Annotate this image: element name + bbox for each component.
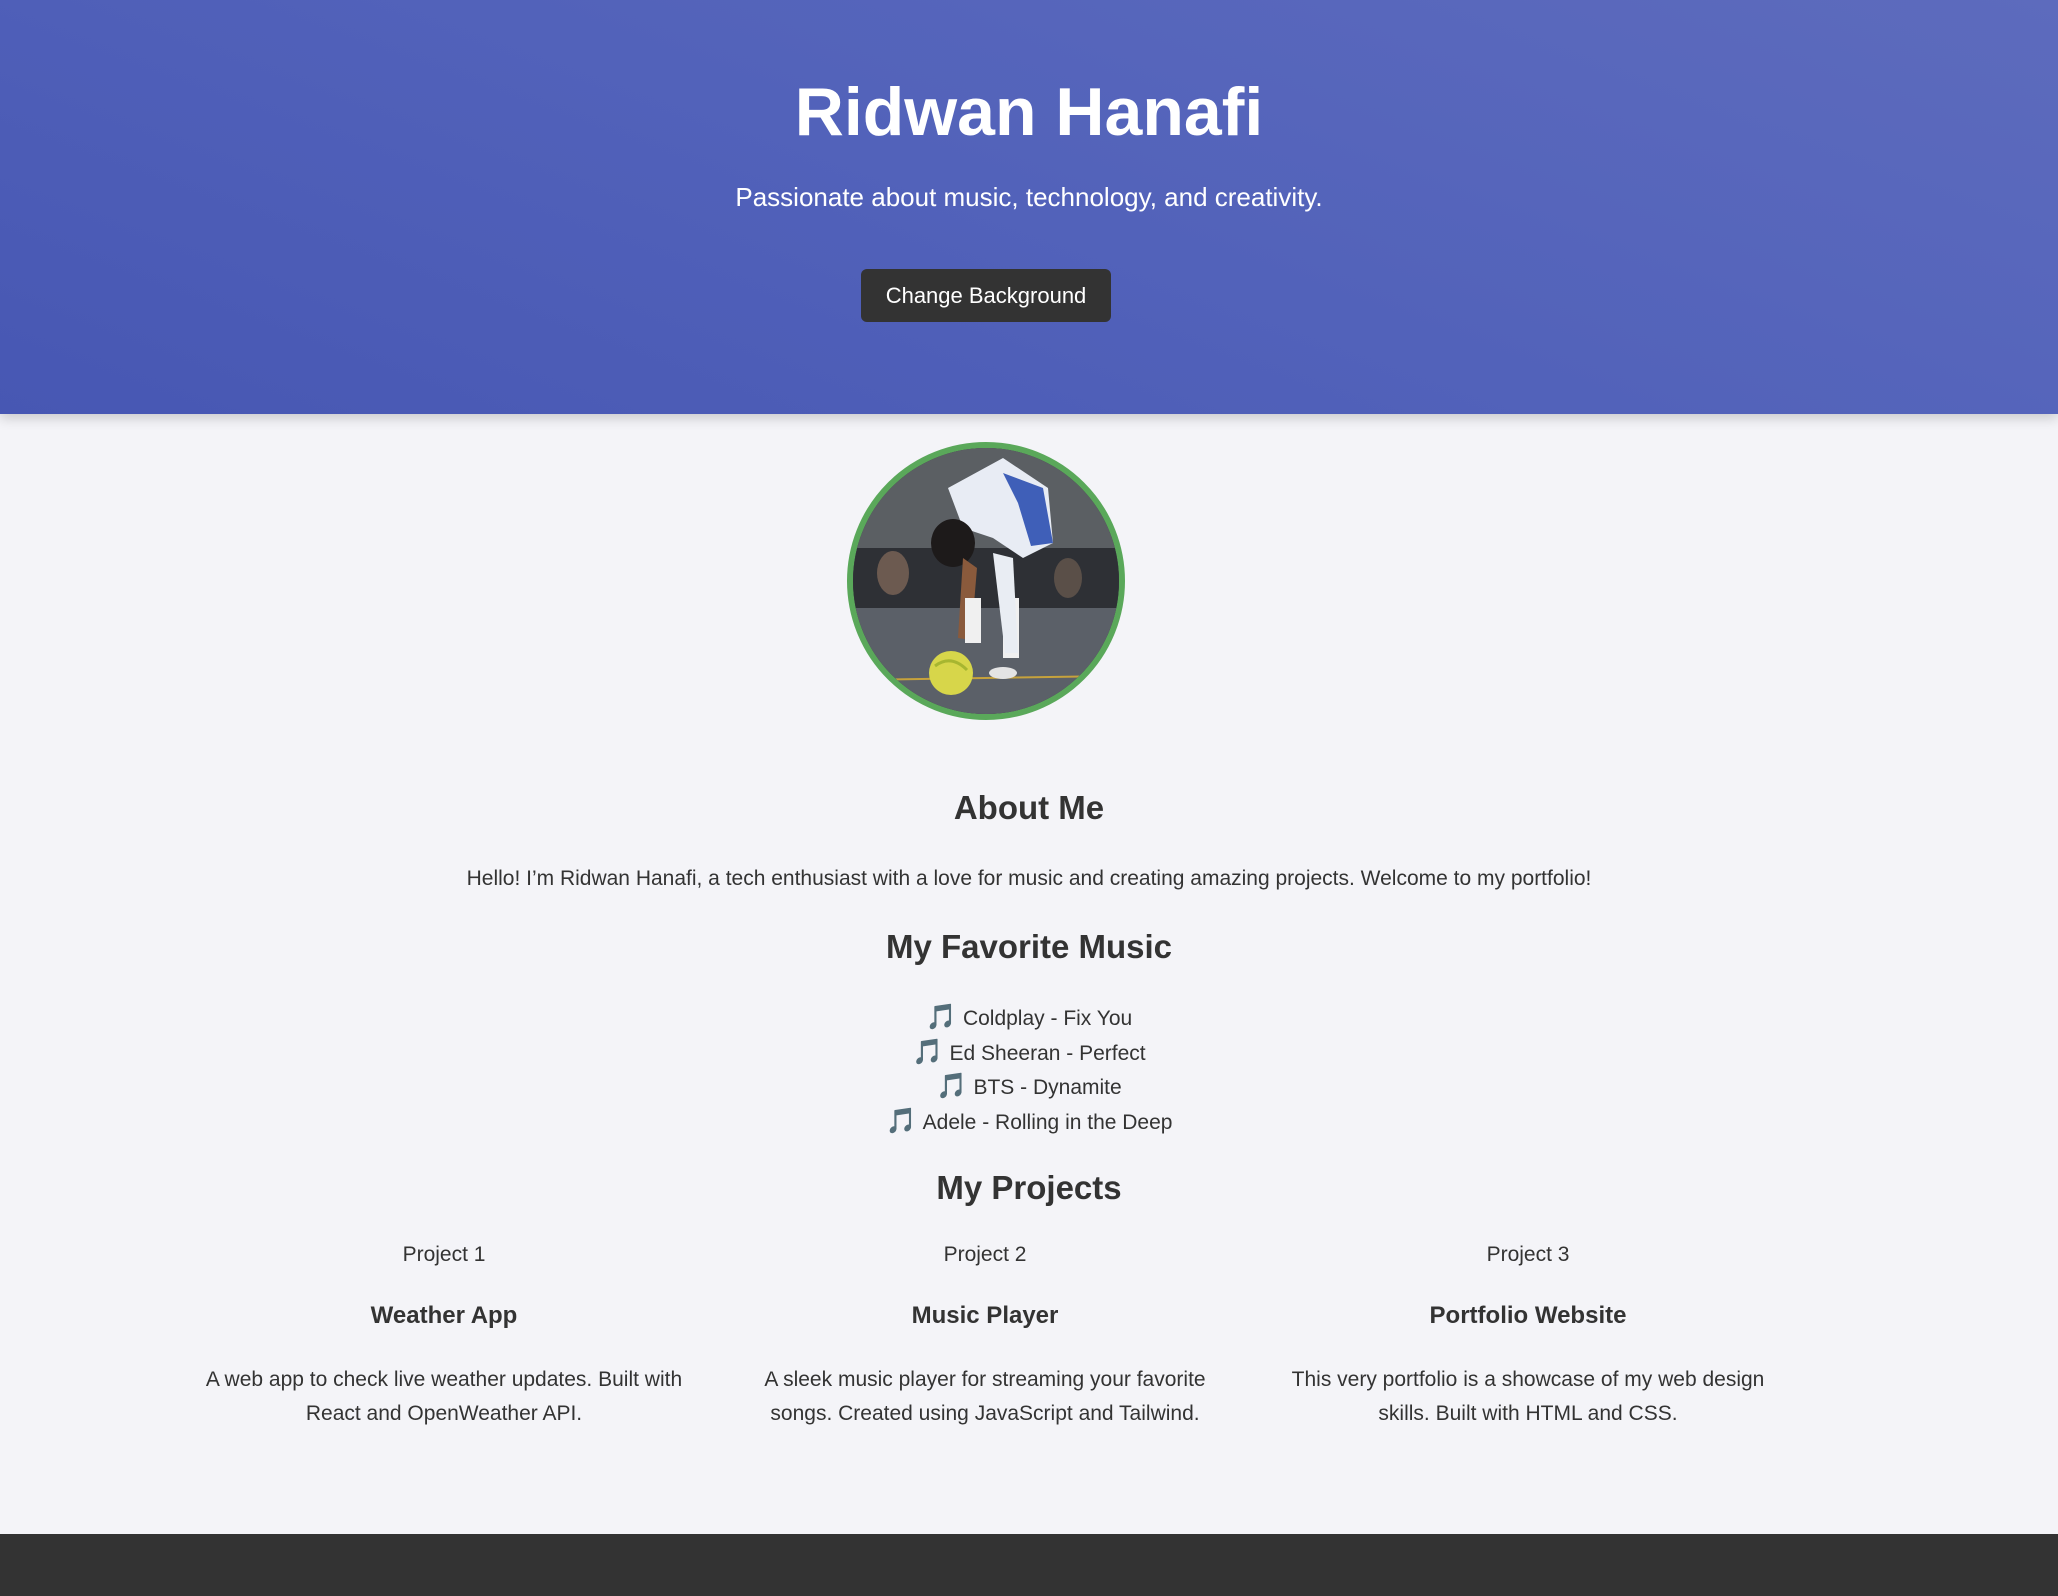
project-name: Music Player [911,1302,1059,1329]
tagline: Passionate about music, technology, and … [735,182,1323,212]
song-title: Ed Sheeran - Perfect [949,1041,1146,1065]
song-title: Adele - Rolling in the Deep [922,1110,1173,1134]
list-item: 🎵 Ed Sheeran - Perfect [0,1035,2058,1070]
about-title: About Me [953,789,1105,826]
project-label: Project 3 [1486,1243,1570,1266]
list-item: 🎵 Coldplay - Fix You [0,1000,2058,1035]
song-title: BTS - Dynamite [973,1076,1122,1099]
project-description: A web app to check live weather updates.… [205,1368,683,1425]
page-title: Ridwan Hanafi [794,74,1264,150]
music-list: 🎵 Coldplay - Fix You 🎵 Ed Sheeran - Perfec… [0,1000,2058,1138]
project-label: Project 1 [402,1243,486,1266]
project-name: Weather App [370,1302,518,1329]
music-note-icon: 🎵 [936,1072,968,1100]
project-card-2: Project 2 Music Player A sleek music pla… [745,1240,1225,1431]
project-description: This very portfolio is a showcase of my … [1291,1368,1765,1425]
projects-title: My Projects [936,1169,1122,1206]
project-card-1: Project 1 Weather App A web app to check… [192,1240,696,1431]
page-footer [0,1534,2058,1596]
project-card-3: Project 3 Portfolio Website This very po… [1272,1240,1784,1431]
list-item: 🎵 Adele - Rolling in the Deep [0,1104,2058,1139]
music-note-icon: 🎵 [885,1106,917,1135]
list-item: 🎵 BTS - Dynamite [0,1069,2058,1104]
song-title: Coldplay - Fix You [962,1007,1133,1030]
project-description: A sleek music player for streaming your … [764,1368,1206,1425]
music-title: My Favorite Music [885,928,1173,965]
about-text: Hello! I’m Ridwan Hanafi, a tech enthusi… [466,867,1592,890]
profile-photo [847,442,1125,720]
project-name: Portfolio Website [1429,1302,1627,1329]
music-note-icon: 🎵 [925,1003,957,1031]
hero-header: Ridwan Hanafi Passionate about music, te… [0,0,2058,414]
change-background-button[interactable]: Change Background [861,269,1111,322]
project-label: Project 2 [943,1243,1027,1266]
music-note-icon: 🎵 [912,1037,944,1066]
profile-photo-image [853,448,1119,714]
